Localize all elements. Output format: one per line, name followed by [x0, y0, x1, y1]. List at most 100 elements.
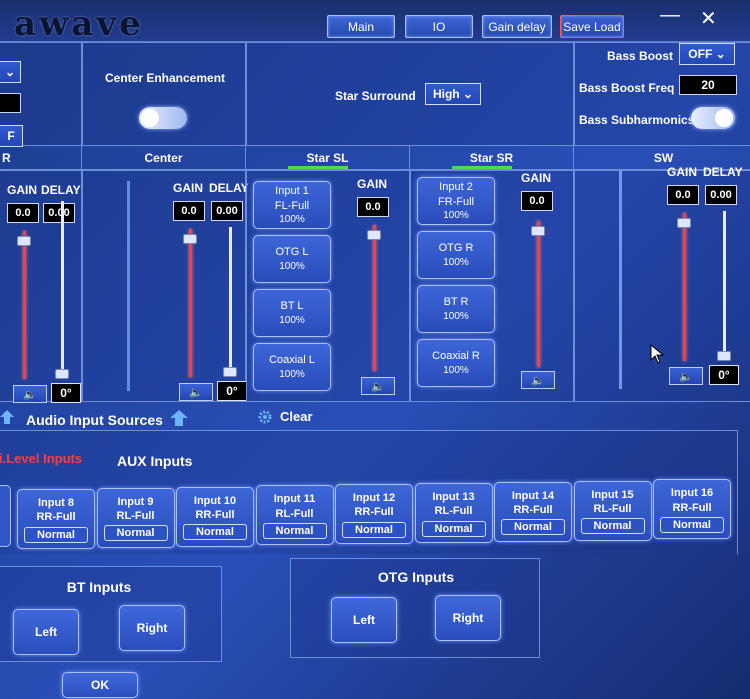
phase-button[interactable]: 0°	[217, 381, 247, 401]
delay-slider-thumb[interactable]	[717, 351, 731, 361]
source-button[interactable]: OTG R 100%	[417, 231, 495, 279]
bt-left-button[interactable]: Left	[13, 609, 79, 655]
top-left-panel: ⌄ F	[0, 42, 82, 147]
gain-slider-thumb[interactable]	[17, 236, 31, 246]
gain-slider-thumb[interactable]	[677, 218, 691, 228]
gain-value-field[interactable]: 0.0	[521, 191, 553, 211]
source-button[interactable]: Input 2 FR-Full 100%	[417, 177, 495, 225]
mute-button[interactable]: 🔈	[13, 385, 47, 403]
gain-value-field[interactable]: 0.0	[667, 185, 699, 205]
gain-slider-thumb[interactable]	[183, 234, 197, 244]
delay-slider-thumb[interactable]	[55, 369, 69, 379]
mute-button[interactable]: 🔈	[179, 383, 213, 401]
aux-input-button[interactable]: Input 14 RR-Full Normal	[494, 481, 572, 542]
gain-slider-track[interactable]	[373, 225, 376, 371]
source-button[interactable]: BT R 100%	[417, 285, 495, 333]
io-tab-button[interactable]: IO	[405, 15, 473, 38]
gain-slider-track[interactable]	[537, 221, 540, 367]
source-button[interactable]: Coaxial R 100%	[417, 339, 495, 387]
active-indicator	[452, 166, 512, 169]
aux-input-label: Input 15 RL-Full	[575, 488, 651, 517]
gain-slider-track[interactable]	[683, 213, 686, 361]
aux-input-button[interactable]: Input 8 RR-Full Normal	[17, 489, 95, 549]
delay-value-field[interactable]: 0.00	[43, 203, 75, 223]
aux-input-assign: RL-Full	[275, 507, 314, 520]
center-enhancement-toggle[interactable]	[139, 107, 187, 129]
mute-button[interactable]: 🔈	[361, 377, 395, 395]
source-percent: 100%	[279, 314, 305, 326]
bt-inputs-title: BT Inputs	[66, 579, 132, 595]
close-icon[interactable]: ✕	[700, 6, 717, 31]
gain-delay-tab-button[interactable]: Gain delay	[482, 15, 552, 38]
clear-button[interactable]: Clear	[280, 409, 313, 424]
minimize-icon[interactable]: —	[660, 4, 680, 27]
bass-boost-freq-input[interactable]: 20	[679, 75, 737, 95]
chevron-down-icon: ⌄	[462, 87, 474, 101]
ok-button[interactable]: OK	[62, 672, 138, 698]
mute-button[interactable]: 🔈	[669, 367, 703, 385]
arrow-up-icon[interactable]	[170, 410, 188, 426]
bass-boost-dropdown[interactable]: OFF ⌄	[679, 43, 735, 65]
source-percent: 100%	[443, 364, 469, 376]
input-button-partial[interactable]	[0, 485, 11, 547]
source-button[interactable]: Coaxial L 100%	[253, 343, 331, 391]
arrow-up-icon[interactable]	[0, 410, 14, 424]
delay-slider-track[interactable]	[723, 211, 726, 361]
star-surround-dropdown[interactable]: High ⌄	[425, 83, 481, 105]
channel-strip-center: GAIN DELAY 0.0 0.00 🔈 0°	[82, 170, 249, 402]
aux-input-button[interactable]: Input 15 RL-Full Normal	[573, 480, 652, 541]
aux-input-button[interactable]: Input 12 RR-Full Normal	[335, 484, 413, 545]
top-left-field[interactable]	[0, 93, 21, 113]
gain-slider-thumb[interactable]	[531, 225, 545, 236]
aux-input-button[interactable]: Input 9 RL-Full Normal	[96, 487, 175, 548]
aux-input-button[interactable]: Input 10 RR-Full Normal	[176, 486, 254, 547]
mute-button[interactable]: 🔈	[521, 371, 555, 389]
gain-slider-thumb[interactable]	[367, 229, 381, 240]
bt-right-button[interactable]: Right	[119, 605, 185, 651]
gain-label: GAIN	[521, 171, 551, 185]
aux-input-button[interactable]: Input 11 RL-Full Normal	[255, 485, 334, 546]
aux-input-name: Input 12	[352, 492, 396, 505]
source-button[interactable]: BT L 100%	[253, 289, 331, 337]
otg-left-button[interactable]: Left	[331, 597, 397, 643]
top-left-dropdown[interactable]: ⌄	[0, 61, 21, 83]
gain-slider-track[interactable]	[189, 229, 192, 377]
otg-right-button[interactable]: Right	[435, 595, 501, 641]
phase-button[interactable]: 0°	[709, 365, 739, 385]
aux-input-mode[interactable]: Normal	[580, 518, 645, 535]
gain-slider-track[interactable]	[23, 231, 26, 379]
top-left-dropdown-2[interactable]: F	[0, 125, 23, 147]
aux-input-mode[interactable]: Normal	[501, 519, 565, 536]
delay-value-field[interactable]: 0.00	[705, 185, 737, 205]
aux-input-mode[interactable]: Normal	[103, 525, 168, 542]
aux-input-button[interactable]: Input 16 RR-Full Normal	[653, 479, 731, 540]
source-name: OTG R	[438, 242, 474, 255]
source-button[interactable]: OTG L 100%	[253, 235, 331, 283]
aux-input-button[interactable]: Input 13 RL-Full Normal	[414, 483, 493, 543]
main-tab-button[interactable]: Main	[327, 15, 395, 38]
aux-input-mode[interactable]: Normal	[24, 526, 88, 543]
bass-boost-value: OFF	[688, 47, 713, 61]
tab-high-level-inputs[interactable]: i.Level Inputs	[0, 451, 82, 466]
inputs-panel: i.Level Inputs AUX Inputs Input 8 RR-Full…	[0, 430, 738, 554]
delay-value-field[interactable]: 0.00	[211, 201, 243, 221]
channel-header-center: Center	[82, 146, 246, 170]
save-load-tab-button[interactable]: Save Load	[560, 15, 624, 38]
tab-aux-inputs[interactable]: AUX Inputs	[117, 453, 192, 469]
aux-input-mode[interactable]: Normal	[660, 516, 724, 533]
aux-input-mode[interactable]: Normal	[421, 520, 486, 537]
phase-button[interactable]: 0°	[51, 383, 81, 403]
gain-value-field[interactable]: 0.0	[357, 197, 389, 217]
delay-slider-track[interactable]	[229, 227, 232, 377]
aux-input-mode[interactable]: Normal	[183, 524, 247, 541]
aux-input-label: Input 12 RR-Full	[336, 491, 412, 520]
source-button[interactable]: Input 1 FL-Full 100%	[253, 181, 331, 229]
aux-input-mode[interactable]: Normal	[342, 521, 406, 538]
aux-input-mode[interactable]: Normal	[262, 522, 327, 539]
channel-name: R	[2, 151, 11, 165]
delay-slider-track[interactable]	[61, 201, 64, 379]
bass-subharmonics-toggle[interactable]	[691, 107, 735, 129]
gain-value-field[interactable]: 0.0	[7, 203, 39, 223]
gain-value-field[interactable]: 0.0	[173, 201, 205, 221]
delay-slider-thumb[interactable]	[223, 367, 237, 377]
